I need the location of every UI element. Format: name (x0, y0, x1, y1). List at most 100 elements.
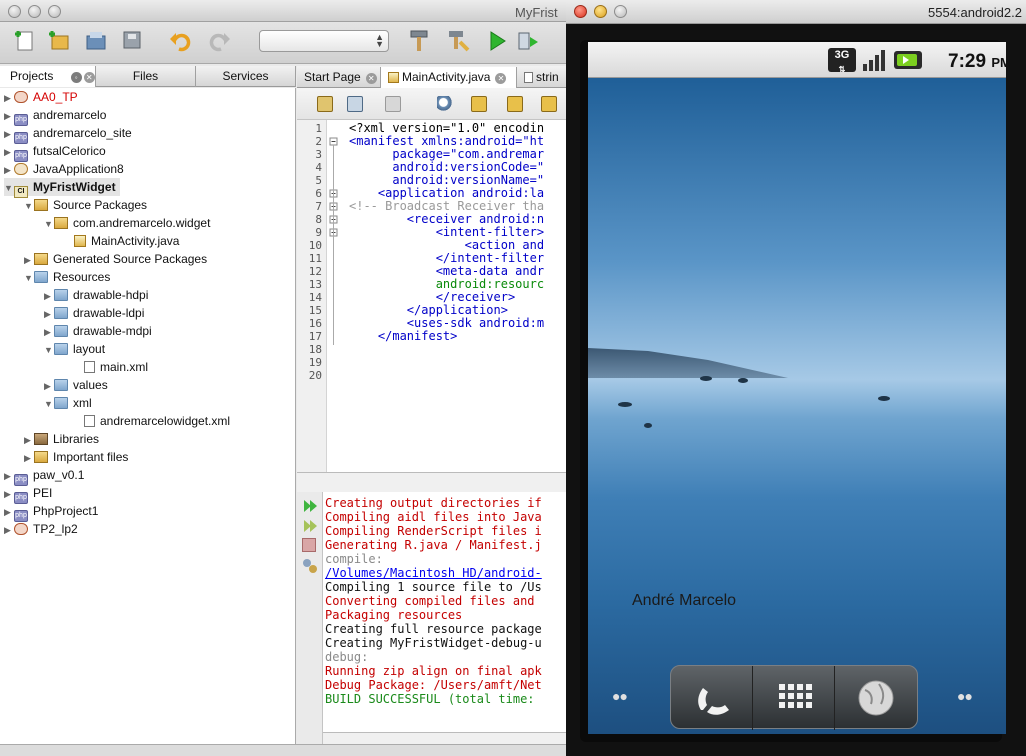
tree-node[interactable]: MainActivity.java (74, 232, 179, 250)
close-tab-icon[interactable]: ✕ (495, 73, 507, 84)
expand-arrow-icon[interactable]: ▶ (24, 431, 34, 449)
browser-button[interactable] (835, 666, 917, 730)
tree-node[interactable]: ▶ drawable-hdpi (44, 286, 148, 304)
debug-project-icon[interactable] (514, 28, 540, 54)
widget-text[interactable]: André Marcelo (632, 592, 736, 610)
editor-horizontal-scrollbar[interactable] (297, 472, 566, 492)
expand-arrow-icon[interactable]: ▶ (4, 161, 14, 179)
collapse-arrow-icon[interactable]: ▼ (4, 179, 14, 197)
phone-button[interactable] (671, 666, 753, 730)
properties-icon[interactable] (302, 558, 318, 574)
page-indicator-left-icon[interactable]: ●● (612, 689, 630, 703)
last-edit-icon[interactable] (317, 96, 333, 112)
close-tab-icon[interactable]: ✕ (83, 72, 95, 83)
collapse-arrow-icon[interactable]: ▼ (24, 269, 34, 287)
clean-build-icon[interactable] (444, 28, 470, 54)
code-editor[interactable]: <?xml version="1.0" encodin <manifest xm… (341, 120, 566, 472)
expand-arrow-icon[interactable]: ▶ (4, 125, 14, 143)
minimize-window-button[interactable] (28, 5, 41, 18)
tab-services[interactable]: Services (196, 66, 296, 87)
stop-icon[interactable] (302, 538, 316, 552)
tree-node[interactable]: main.xml (84, 358, 148, 376)
close-tab-icon[interactable]: ✕ (365, 73, 377, 84)
build-hammer-icon[interactable] (406, 28, 432, 54)
close-window-button[interactable] (574, 5, 587, 18)
expand-arrow-icon[interactable]: ▶ (4, 467, 14, 485)
expand-arrow-icon[interactable]: ▶ (44, 377, 54, 395)
output-line: Compiling RenderScript files i (325, 524, 542, 538)
tab-main-activity[interactable]: MainActivity.java ✕ (381, 67, 517, 88)
tree-node[interactable]: ▶ drawable-ldpi (44, 304, 144, 322)
tree-node[interactable]: ▶ php futsalCelorico (4, 142, 106, 162)
expand-arrow-icon[interactable]: ▶ (4, 485, 14, 503)
back-icon[interactable] (347, 96, 363, 112)
open-project-icon[interactable] (84, 28, 110, 54)
expand-arrow-icon[interactable]: ▶ (44, 287, 54, 305)
tree-node[interactable]: ▶ drawable-mdpi (44, 322, 152, 340)
tree-node[interactable]: ▶ php andremarcelo_site (4, 124, 132, 144)
tree-node[interactable]: ▶ Libraries (24, 430, 99, 448)
collapse-arrow-icon[interactable]: ▼ (44, 341, 54, 359)
tree-node[interactable]: ▼ com.andremarcelo.widget (44, 214, 210, 232)
expand-arrow-icon[interactable]: ▶ (44, 305, 54, 323)
tab-projects[interactable]: Projects ◦ ✕ (0, 66, 96, 87)
toggle-highlight-icon[interactable] (541, 96, 557, 112)
tree-node[interactable]: ▶ php paw_v0.1 (4, 466, 84, 486)
output-console[interactable]: Creating output directories if Compiling… (323, 492, 566, 732)
tree-node[interactable]: ▼ layout (44, 340, 105, 358)
tree-node-selected[interactable]: ▼ CI MyFristWidget (4, 178, 120, 198)
undo-icon[interactable] (168, 28, 194, 54)
run-project-icon[interactable] (484, 28, 510, 54)
close-window-button[interactable] (8, 5, 21, 18)
collapse-arrow-icon[interactable]: ▼ (44, 395, 54, 413)
new-file-icon[interactable] (12, 28, 38, 54)
configuration-dropdown[interactable]: ▲ ▼ (259, 30, 389, 52)
tree-node[interactable]: ▶ php PhpProject1 (4, 502, 98, 522)
app-drawer-button[interactable] (753, 666, 835, 730)
expand-arrow-icon[interactable]: ▶ (4, 107, 14, 125)
zoom-window-button[interactable] (48, 5, 61, 18)
new-project-icon[interactable] (46, 28, 72, 54)
tree-node[interactable]: andremarcelowidget.xml (84, 412, 230, 430)
app-grid-icon (779, 684, 812, 708)
output-line: Compiling 1 source file to /Us (325, 580, 542, 594)
expand-arrow-icon[interactable]: ▶ (24, 251, 34, 269)
collapse-arrow-icon[interactable]: ▼ (24, 197, 34, 215)
line-number: 16 (308, 317, 322, 330)
expand-arrow-icon[interactable]: ▶ (44, 323, 54, 341)
tab-start-page[interactable]: Start Page ✕ (297, 67, 381, 88)
home-screen[interactable] (588, 78, 1006, 734)
find-next-icon[interactable] (507, 96, 523, 112)
expand-arrow-icon[interactable]: ▶ (4, 503, 14, 521)
expand-arrow-icon[interactable]: ▶ (4, 521, 14, 539)
zoom-window-button[interactable] (614, 5, 627, 18)
tree-node[interactable]: ▼ xml (44, 394, 92, 412)
line-number: 1 (315, 122, 322, 135)
rerun-with-params-icon[interactable] (302, 518, 318, 534)
minimize-window-button[interactable] (594, 5, 607, 18)
rerun-icon[interactable] (302, 498, 318, 514)
tree-node[interactable]: ▶ AA0_TP (4, 88, 78, 106)
redo-icon[interactable] (206, 28, 232, 54)
page-indicator-right-icon[interactable]: ●● (957, 689, 975, 703)
tree-node[interactable]: ▶ Important files (24, 448, 128, 466)
tree-node[interactable]: ▶ values (44, 376, 108, 394)
find-icon[interactable] (437, 96, 453, 112)
tree-node[interactable]: ▼ Source Packages (24, 196, 147, 214)
tree-node[interactable]: ▶ php andremarcelo (4, 106, 106, 126)
expand-arrow-icon[interactable]: ▶ (4, 89, 14, 107)
collapse-arrow-icon[interactable]: ▼ (44, 215, 54, 233)
find-previous-icon[interactable] (471, 96, 487, 112)
expand-arrow-icon[interactable]: ▶ (4, 143, 14, 161)
tree-node[interactable]: ▶ JavaApplication8 (4, 160, 124, 178)
tree-node[interactable]: ▼ Resources (24, 268, 110, 286)
tree-node[interactable]: ▶ Generated Source Packages (24, 250, 207, 268)
output-link[interactable]: /Volumes/Macintosh HD/android- (325, 566, 542, 580)
forward-icon[interactable] (385, 96, 401, 112)
expand-arrow-icon[interactable]: ▶ (24, 449, 34, 467)
save-all-icon[interactable] (120, 28, 146, 54)
minimize-panel-icon[interactable]: ◦ (70, 72, 82, 83)
tree-node[interactable]: ▶ TP2_lp2 (4, 520, 78, 538)
tab-files[interactable]: Files (96, 66, 196, 87)
tree-node[interactable]: ▶ php PEI (4, 484, 52, 504)
